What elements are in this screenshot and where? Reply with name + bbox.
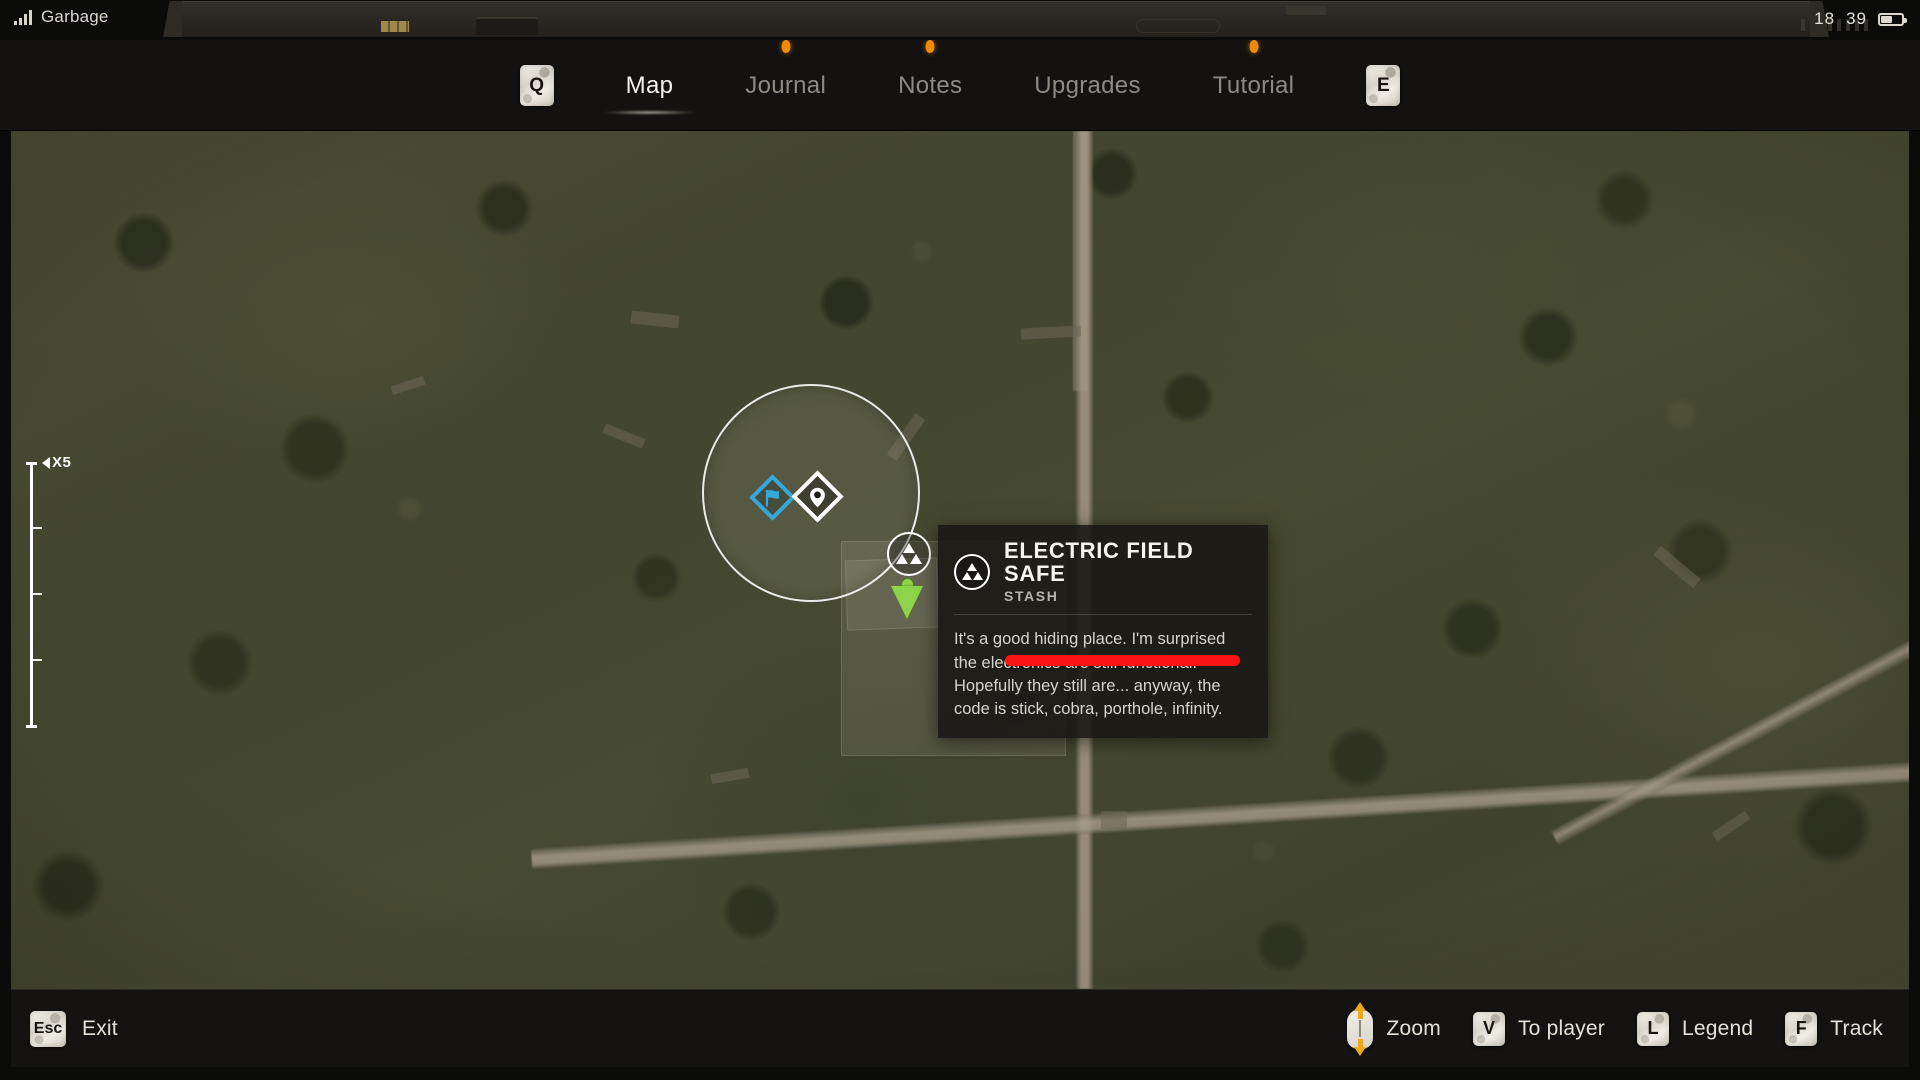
battery-icon: [1878, 12, 1907, 26]
device-bezel: [0, 0, 1920, 40]
zoom-scale-cap-top: [26, 462, 37, 465]
bezel-port-secondary: [1136, 19, 1220, 33]
track-key: F: [1785, 1011, 1818, 1046]
status-bar-right: 18 39: [1814, 9, 1907, 29]
exit-key[interactable]: Esc: [30, 1010, 66, 1047]
location-name: Garbage: [41, 7, 109, 26]
bezel-port: [476, 17, 538, 35]
player-arrow-icon: [891, 586, 923, 619]
zoom-scale-cap-bottom: [26, 725, 37, 728]
action-track[interactable]: F Track: [1785, 1011, 1883, 1046]
location-pin-icon: [810, 487, 825, 507]
action-zoom[interactable]: Zoom: [1347, 1001, 1441, 1056]
tab-upgrades[interactable]: Upgrades: [998, 56, 1176, 116]
tab-journal-notification-dot: [781, 39, 791, 53]
tab-tutorial-notification-dot: [1249, 39, 1259, 53]
zoom-scale-tick: [33, 593, 42, 595]
zoom-scale-tick: [33, 527, 42, 529]
stash-triangles-icon: [896, 543, 922, 565]
tooltip-header: ELECTRIC FIELD SAFE STASH: [938, 525, 1268, 614]
tab-notes-label: Notes: [898, 71, 963, 99]
tab-upgrades-label: Upgrades: [1034, 71, 1141, 99]
tab-journal[interactable]: Journal: [709, 39, 862, 116]
action-to-player[interactable]: V To player: [1472, 1011, 1605, 1046]
action-to-player-label: To player: [1517, 1016, 1605, 1040]
zoom-scale-bar: [30, 462, 33, 728]
clock-hours: 18: [1814, 9, 1836, 28]
marker-player: [890, 578, 924, 620]
mouse-scroll-icon: [1347, 1001, 1374, 1056]
zoom-scale[interactable]: X5: [20, 454, 90, 735]
clock-minutes: 39: [1846, 9, 1867, 28]
bezel-gold-contacts: [381, 21, 409, 32]
zoom-scale-tick: [33, 659, 42, 661]
marker-tooltip: ELECTRIC FIELD SAFE STASH It's a good hi…: [938, 525, 1268, 738]
map-debris: [1101, 811, 1127, 829]
tab-tutorial[interactable]: Tutorial: [1177, 39, 1331, 116]
bezel-plate: [158, 1, 1871, 37]
action-legend-label: Legend: [1681, 1016, 1754, 1040]
stash-triangles-icon: [954, 553, 990, 590]
next-tab-key[interactable]: E: [1366, 65, 1401, 106]
flag-icon: [765, 489, 779, 506]
tab-notes-notification-dot: [925, 39, 935, 53]
to-player-key: V: [1472, 1011, 1505, 1046]
marker-point-of-interest[interactable]: [791, 470, 844, 523]
status-bar-left: Garbage: [14, 7, 109, 27]
tooltip-description: It's a good hiding place. I'm surprised …: [954, 630, 1226, 719]
tab-map[interactable]: Map: [590, 56, 710, 116]
marker-flag[interactable]: [749, 474, 796, 521]
signal-bars-icon: [14, 9, 32, 25]
screen-edge-left: [0, 40, 11, 1080]
left-triangle-icon: [42, 456, 50, 469]
bezel-notch: [1286, 6, 1326, 15]
action-track-label: Track: [1830, 1016, 1883, 1040]
marker-stash[interactable]: [887, 532, 931, 576]
zoom-scale-marker: X5: [42, 454, 71, 471]
action-legend[interactable]: L Legend: [1636, 1011, 1754, 1046]
tooltip-subtitle: STASH: [1004, 588, 1059, 605]
tooltip-highlight-annotation: [1005, 655, 1240, 666]
tooltip-title: ELECTRIC FIELD SAFE: [1004, 538, 1194, 587]
zoom-scale-label: X5: [52, 454, 72, 471]
navigation-bar: Q Map Journal Notes Upgrades Tutorial E: [0, 39, 1920, 131]
screen-edge-bottom: [0, 1067, 1920, 1080]
tab-notes[interactable]: Notes: [862, 39, 998, 116]
tab-journal-label: Journal: [745, 71, 827, 99]
footer-bar: Esc Exit Zoom V To player L Legend F Tra…: [11, 989, 1909, 1067]
footer-left-actions: Esc Exit: [30, 1010, 118, 1047]
exit-label[interactable]: Exit: [82, 1017, 118, 1041]
legend-key: L: [1636, 1011, 1669, 1046]
footer-right-actions: Zoom V To player L Legend F Track: [1329, 1001, 1883, 1056]
tab-tutorial-label: Tutorial: [1212, 71, 1295, 99]
screen-edge-right: [1909, 40, 1920, 1080]
prev-tab-key[interactable]: Q: [519, 65, 554, 106]
action-zoom-label: Zoom: [1386, 1016, 1441, 1040]
map-screen: Garbage 18 39 Q Map Journal Notes Upgrad…: [0, 0, 1920, 1080]
tab-map-label: Map: [625, 71, 674, 99]
